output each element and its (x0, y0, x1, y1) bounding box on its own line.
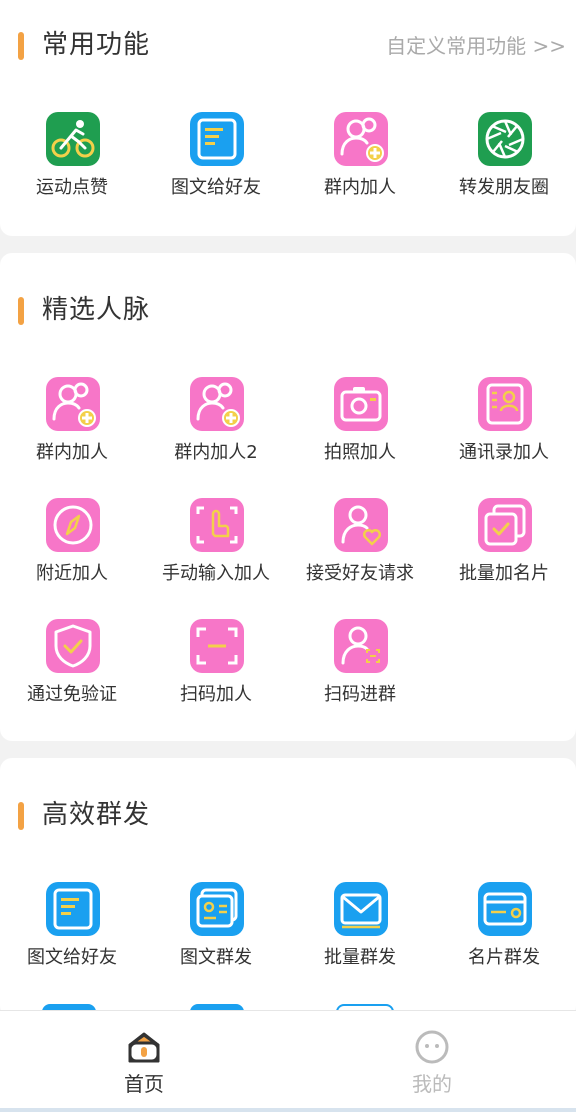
camera-icon (334, 377, 388, 431)
tile-photo-add[interactable]: 拍照加人 (288, 377, 432, 487)
tile-card-broadcast[interactable]: 名片群发 (432, 882, 576, 992)
tab-label: 首页 (124, 1072, 164, 1096)
bottom-tab-bar: 首页 我的 (0, 1010, 576, 1113)
scan-icon (190, 619, 244, 673)
tile-image-text-friend[interactable]: 图文给好友 (144, 112, 288, 222)
person-heart-icon (334, 498, 388, 552)
common-functions-header: 常用功能 自定义常用功能 >> (0, 0, 576, 90)
tile-label: 群内加人2 (174, 442, 258, 463)
stacked-check-icon (478, 498, 532, 552)
tile-label: 群内加人 (36, 442, 108, 463)
tile-contacts-add[interactable]: 通讯录加人 (432, 377, 576, 487)
section-accent-bar (18, 32, 24, 60)
tab-mine[interactable]: 我的 (288, 1011, 576, 1113)
featured-contacts-card: 精选人脉 群内加人 群内加人2 拍照加人 通讯录加人 附近加人 手动输入加人 接… (0, 253, 576, 741)
tile-nearby-add[interactable]: 附近加人 (0, 498, 144, 608)
tile-label: 拍照加人 (324, 442, 396, 463)
contact-book-icon (478, 377, 532, 431)
tap-hand-icon (190, 498, 244, 552)
tile-image-text-friend[interactable]: 图文给好友 (0, 882, 144, 992)
tile-label: 通讯录加人 (459, 442, 549, 463)
broadcast-card: 高效群发 图文给好友 图文群发 批量群发 名片群发 (0, 758, 576, 1018)
tile-accept-requests[interactable]: 接受好友请求 (288, 498, 432, 608)
tile-group-add[interactable]: 群内加人 (0, 377, 144, 487)
tile-label: 通过免验证 (27, 684, 117, 705)
tile-label: 群内加人 (324, 177, 396, 198)
add-group-member-icon (190, 377, 244, 431)
tile-label: 批量群发 (324, 947, 396, 968)
tile-scan-add[interactable]: 扫码加人 (144, 619, 288, 729)
featured-contacts-header: 精选人脉 (0, 253, 576, 343)
tile-image-text-broadcast[interactable]: 图文群发 (144, 882, 288, 992)
section-title: 高效群发 (42, 800, 151, 830)
tile-scan-join-group[interactable]: 扫码进群 (288, 619, 432, 729)
tile-label: 图文给好友 (27, 947, 117, 968)
tile-label: 扫码加人 (180, 684, 252, 705)
moments-shutter-icon (478, 112, 532, 166)
tile-no-verify[interactable]: 通过免验证 (0, 619, 144, 729)
tile-label: 图文群发 (180, 947, 252, 968)
tile-batch-cards[interactable]: 批量加名片 (432, 498, 576, 608)
tile-forward-moments[interactable]: 转发朋友圈 (432, 112, 576, 222)
smiley-face-icon (414, 1029, 450, 1065)
compass-icon (46, 498, 100, 552)
tile-label: 运动点赞 (36, 177, 108, 198)
add-group-member-icon (334, 112, 388, 166)
tile-label: 图文给好友 (171, 177, 261, 198)
shield-check-icon (46, 619, 100, 673)
home-icon (126, 1029, 162, 1065)
tile-label: 附近加人 (36, 563, 108, 584)
tile-label: 批量加名片 (459, 563, 549, 584)
section-accent-bar (18, 802, 24, 830)
tile-label: 手动输入加人 (162, 563, 270, 584)
tile-batch-broadcast[interactable]: 批量群发 (288, 882, 432, 992)
broadcast-header: 高效群发 (0, 758, 576, 848)
person-scan-icon (334, 619, 388, 673)
tile-group-add[interactable]: 群内加人 (288, 112, 432, 222)
add-group-member-icon (46, 377, 100, 431)
tab-home[interactable]: 首页 (0, 1011, 288, 1113)
tile-label: 名片群发 (468, 947, 540, 968)
image-text-icon (190, 882, 244, 936)
cycling-icon (46, 112, 100, 166)
customize-common-link[interactable]: 自定义常用功能 >> (386, 32, 566, 60)
tile-manual-add[interactable]: 手动输入加人 (144, 498, 288, 608)
document-icon (46, 882, 100, 936)
card-icon (478, 882, 532, 936)
mail-icon (334, 882, 388, 936)
tab-label: 我的 (412, 1072, 452, 1096)
section-accent-bar (18, 297, 24, 325)
section-title: 常用功能 (42, 30, 151, 60)
document-icon (190, 112, 244, 166)
section-title: 精选人脉 (42, 295, 151, 325)
tile-label: 转发朋友圈 (459, 177, 549, 198)
common-functions-card: 常用功能 自定义常用功能 >> 运动点赞 图文给好友 群内加人 转发朋友圈 (0, 0, 576, 236)
tile-label: 扫码进群 (324, 684, 396, 705)
tile-group-add-2[interactable]: 群内加人2 (144, 377, 288, 487)
tile-label: 接受好友请求 (306, 563, 414, 584)
bottom-edge-line (0, 1108, 576, 1112)
tile-sport-like[interactable]: 运动点赞 (0, 112, 144, 222)
